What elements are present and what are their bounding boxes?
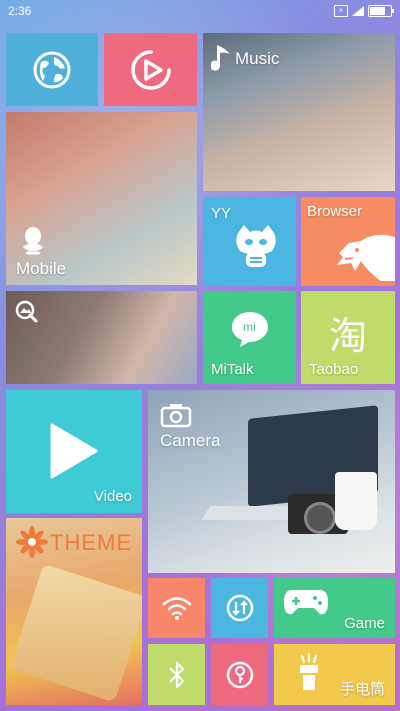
game-label: Game xyxy=(344,615,385,632)
wifi-icon xyxy=(162,597,191,620)
cheetah-icon xyxy=(337,234,395,281)
mitalk-label: MiTalk xyxy=(211,361,254,378)
flashlight-icon xyxy=(300,652,318,690)
theme-label: THEME xyxy=(50,530,132,555)
gallery-search-icon xyxy=(15,300,38,323)
camera-label: Camera xyxy=(160,431,221,450)
play-circle-icon xyxy=(130,49,171,90)
camera-tile[interactable]: Camera xyxy=(148,390,395,573)
x-box-icon: × xyxy=(334,5,348,17)
flower-icon xyxy=(16,526,48,558)
browser-label: Browser xyxy=(307,203,363,220)
taobao-tile[interactable]: 淘 Taobao xyxy=(301,291,395,384)
key-lock-icon xyxy=(226,661,253,688)
qq-penguin-icon xyxy=(23,227,43,255)
camera-icon xyxy=(160,404,192,428)
wifi-toggle-tile[interactable] xyxy=(148,578,205,638)
signal-icon xyxy=(352,6,364,16)
mitalk-tile[interactable]: mi MiTalk xyxy=(203,291,296,384)
taobao-glyph: 淘 xyxy=(329,314,368,358)
gamepad-icon xyxy=(284,590,328,615)
game-tile[interactable]: Game xyxy=(274,578,395,638)
globe-icon xyxy=(33,51,71,88)
status-time: 2:36 xyxy=(8,4,32,18)
music-note-icon xyxy=(211,45,230,71)
mobile-label: Mobile xyxy=(16,259,67,278)
video-label: Video xyxy=(93,488,132,505)
data-toggle-tile[interactable] xyxy=(211,578,268,638)
theme-tile[interactable]: THEME xyxy=(6,518,142,705)
globe-browser-tile[interactable] xyxy=(6,33,98,106)
video-tile[interactable]: Video xyxy=(6,390,142,513)
music-label: Music xyxy=(235,49,280,68)
flashlight-label: 手电筒 xyxy=(339,680,385,698)
play-triangle-icon xyxy=(50,423,98,479)
music-tile[interactable]: Music xyxy=(203,33,395,191)
yy-label: YY xyxy=(211,205,232,222)
flashlight-tile[interactable]: 手电筒 xyxy=(274,644,395,705)
mitalk-badge: mi xyxy=(243,320,256,334)
taobao-label: Taobao xyxy=(309,361,359,378)
data-transfer-icon xyxy=(226,594,253,622)
yy-tile[interactable]: YY xyxy=(203,197,296,286)
mobile-qq-tile[interactable]: Mobile xyxy=(6,112,197,285)
gallery-tile[interactable] xyxy=(6,291,197,384)
bluetooth-icon xyxy=(168,661,184,688)
status-bar: 2:36 × xyxy=(0,0,400,24)
video-player-tile[interactable] xyxy=(104,33,197,106)
pencils-image xyxy=(9,563,142,703)
yy-mascot-icon xyxy=(236,225,276,267)
bluetooth-toggle-tile[interactable] xyxy=(148,644,205,705)
battery-icon xyxy=(368,5,394,17)
mug-image xyxy=(335,472,377,530)
browser-tile[interactable]: Browser xyxy=(301,197,395,286)
status-icons: × xyxy=(334,5,394,17)
lock-tile[interactable] xyxy=(211,644,268,705)
